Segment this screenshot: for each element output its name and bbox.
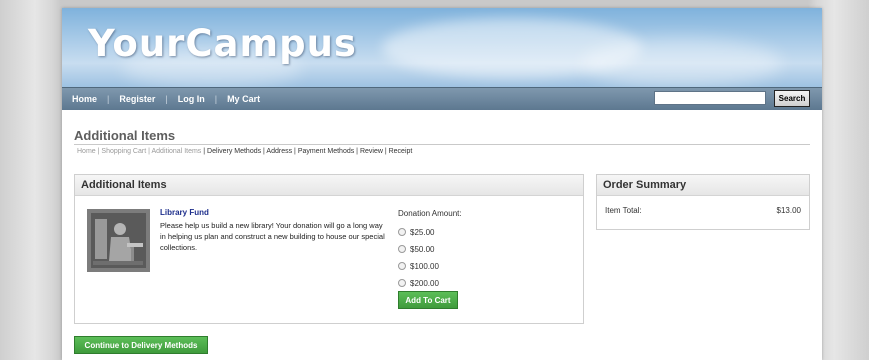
order-summary-panel: Order Summary Item Total: $13.00	[596, 174, 810, 230]
header-banner: YourCampus	[62, 8, 822, 87]
nav-separator: |	[165, 94, 168, 104]
library-fund-image	[87, 209, 150, 272]
nav-menu: Home | Register | Log In | My Cart	[72, 92, 260, 106]
nav-login-link[interactable]: Log In	[178, 94, 205, 104]
nav-mycart-link[interactable]: My Cart	[227, 94, 260, 104]
library-fund-description: Please help us build a new library! Your…	[160, 221, 385, 252]
additional-items-panel: Additional Items Library Fund Please hel…	[74, 174, 584, 324]
library-fund-link[interactable]: Library Fund	[160, 208, 209, 217]
donation-option-label: $25.00	[410, 227, 435, 237]
continue-to-delivery-button[interactable]: Continue to Delivery Methods	[74, 336, 208, 354]
donation-option-label: $100.00	[410, 261, 439, 271]
nav-bar: Home | Register | Log In | My Cart Searc…	[62, 87, 822, 110]
radio-50[interactable]	[398, 245, 406, 253]
order-summary-heading: Order Summary	[597, 175, 809, 196]
page-title: Additional Items	[74, 128, 176, 143]
search-button[interactable]: Search	[774, 90, 810, 107]
nav-register-link[interactable]: Register	[119, 94, 155, 104]
donation-option[interactable]: $200.00	[398, 277, 439, 289]
radio-25[interactable]	[398, 228, 406, 236]
radio-200[interactable]	[398, 279, 406, 287]
additional-items-heading: Additional Items	[75, 175, 583, 196]
banner-cloud	[582, 38, 782, 87]
site-logo[interactable]: YourCampus	[88, 22, 357, 65]
donation-option[interactable]: $100.00	[398, 260, 439, 272]
donation-option[interactable]: $25.00	[398, 226, 434, 238]
item-total-value: $13.00	[776, 206, 801, 215]
donation-option-label: $50.00	[410, 244, 435, 254]
item-total-label: Item Total:	[605, 206, 642, 215]
nav-separator: |	[214, 94, 218, 104]
breadcrumb-cart[interactable]: Shopping Cart	[101, 148, 146, 155]
item-total-row: Item Total: $13.00	[605, 206, 801, 215]
add-to-cart-button[interactable]: Add To Cart	[398, 291, 458, 309]
breadcrumb-current: Additional Items	[151, 148, 202, 155]
nav-home-link[interactable]: Home	[72, 94, 97, 104]
title-divider	[74, 144, 810, 145]
radio-100[interactable]	[398, 262, 406, 270]
search-input[interactable]	[654, 91, 766, 105]
page-container: YourCampus Home | Register | Log In | My…	[62, 8, 822, 360]
breadcrumb: Home | Shopping Cart | Additional Items …	[77, 148, 413, 155]
nav-separator: |	[107, 94, 110, 104]
donation-option[interactable]: $50.00	[398, 243, 434, 255]
breadcrumb-upcoming-steps: Delivery Methods | Address | Payment Met…	[207, 148, 413, 155]
scholar-engraving-icon	[87, 209, 150, 272]
breadcrumb-home[interactable]: Home	[77, 148, 96, 155]
donation-option-label: $200.00	[410, 278, 439, 288]
donation-amount-label: Donation Amount:	[398, 209, 462, 218]
